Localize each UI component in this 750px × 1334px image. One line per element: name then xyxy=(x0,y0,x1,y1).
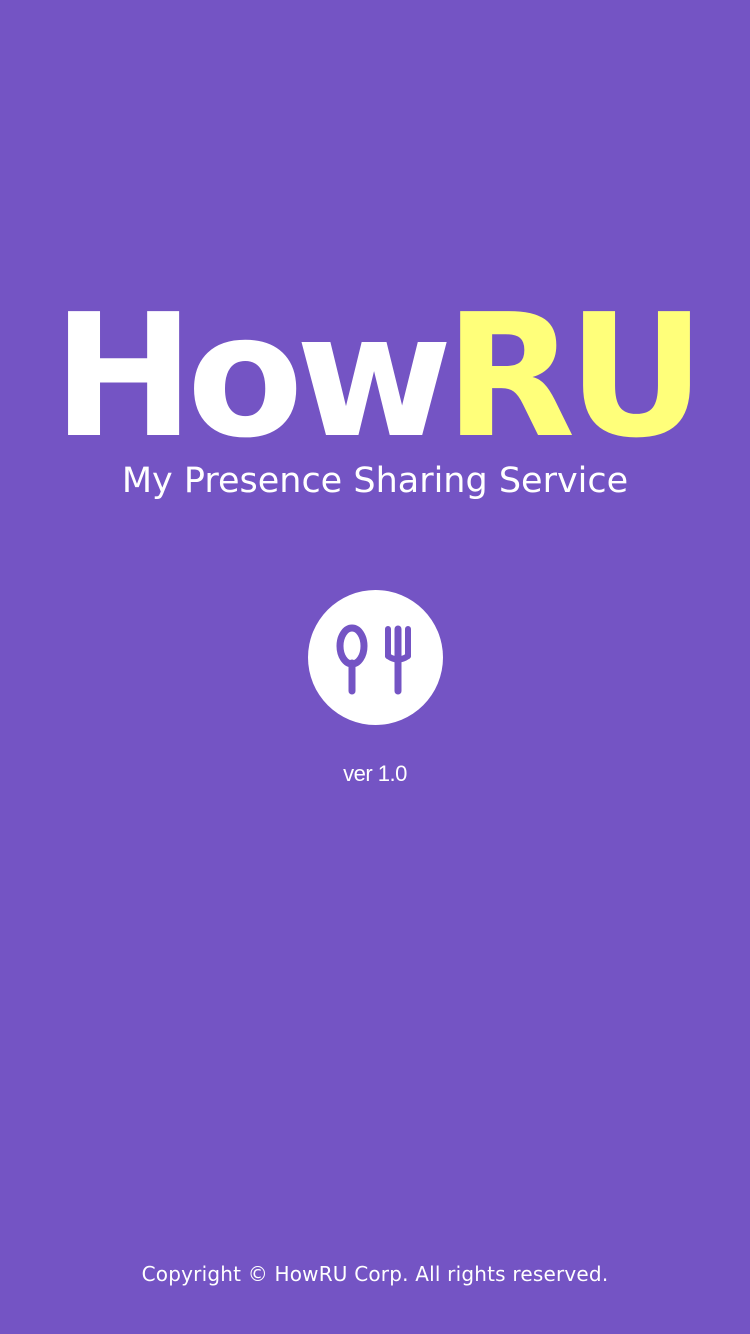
copyright-text: Copyright © HowRU Corp. All rights reser… xyxy=(141,1262,609,1286)
logo-word-how: How xyxy=(52,278,452,476)
spoon-fork-icon xyxy=(336,624,411,695)
logo-word-ru: RU xyxy=(444,278,706,476)
app-version: ver 1.0 xyxy=(343,761,407,786)
emblem-circle xyxy=(308,590,443,725)
tagline: My Presence Sharing Service xyxy=(121,461,629,501)
app-logo: HowRU xyxy=(0,292,750,462)
splash-screen: HowRU My Presence Sharing Service ver 1.… xyxy=(0,0,750,1334)
